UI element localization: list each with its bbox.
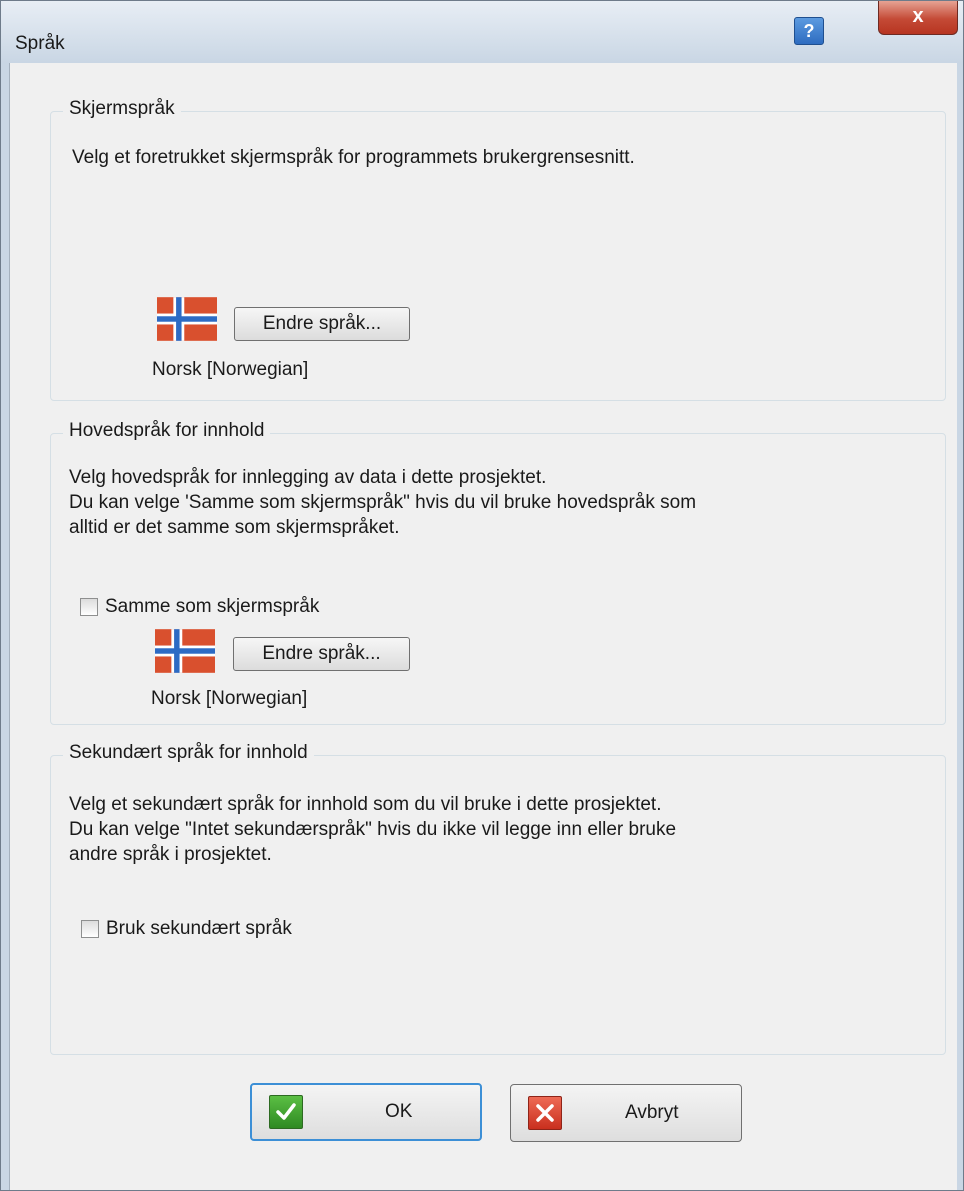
window-title: Språk xyxy=(15,33,65,54)
title-bar[interactable]: Språk ? x xyxy=(1,1,963,63)
content-language-group-title: Hovedspråk for innhold xyxy=(63,420,271,442)
same-as-display-checkbox[interactable] xyxy=(80,598,98,616)
content-language-description-line-3: alltid er det samme som skjermspråket. xyxy=(69,517,400,538)
content-change-language-button[interactable]: Endre språk... xyxy=(233,637,410,671)
content-language-description-line-1: Velg hovedspråk for innlegging av data i… xyxy=(69,467,547,488)
cancel-button[interactable]: Avbryt xyxy=(510,1084,742,1142)
content-language-description-line-2: Du kan velge 'Samme som skjermspråk" hvi… xyxy=(69,492,697,513)
display-language-group-title: Skjermspråk xyxy=(63,98,181,120)
dialog-body: Skjermspråk Velg et foretrukket skjermsp… xyxy=(9,63,957,1190)
content-language-name: Norsk [Norwegian] xyxy=(151,688,308,709)
secondary-language-description-line-3: andre språk i prosjektet. xyxy=(69,844,272,865)
display-language-group: Skjermspråk Velg et foretrukket skjermsp… xyxy=(50,98,946,401)
secondary-language-group: Sekundært språk for innhold Velg et seku… xyxy=(50,742,946,1055)
use-secondary-language-checkbox[interactable] xyxy=(81,920,99,938)
display-language-name: Norsk [Norwegian] xyxy=(152,359,309,380)
close-button[interactable]: x xyxy=(878,1,958,35)
secondary-language-group-title: Sekundært språk for innhold xyxy=(63,742,314,764)
same-as-display-label[interactable]: Samme som skjermspråk xyxy=(105,594,319,619)
cancel-x-icon xyxy=(528,1096,562,1130)
secondary-language-description-line-2: Du kan velge "Intet sekundærspråk" hvis … xyxy=(69,819,677,840)
display-change-language-button[interactable]: Endre språk... xyxy=(234,307,410,341)
language-dialog: Språk ? x Skjermspråk Velg et foretrukke… xyxy=(0,0,964,1191)
ok-button[interactable]: OK xyxy=(250,1083,482,1141)
help-button[interactable]: ? xyxy=(794,17,824,45)
content-language-group: Hovedspråk for innhold Velg hovedspråk f… xyxy=(50,420,946,725)
norway-flag-icon xyxy=(157,297,217,341)
use-secondary-language-label[interactable]: Bruk sekundært språk xyxy=(106,916,292,941)
display-language-description: Velg et foretrukket skjermspråk for prog… xyxy=(72,147,635,168)
cancel-label: Avbryt xyxy=(625,1102,679,1123)
checkmark-icon xyxy=(269,1095,303,1129)
ok-label: OK xyxy=(385,1101,413,1122)
secondary-language-description-line-1: Velg et sekundært språk for innhold som … xyxy=(69,794,662,815)
norway-flag-icon xyxy=(155,629,215,673)
